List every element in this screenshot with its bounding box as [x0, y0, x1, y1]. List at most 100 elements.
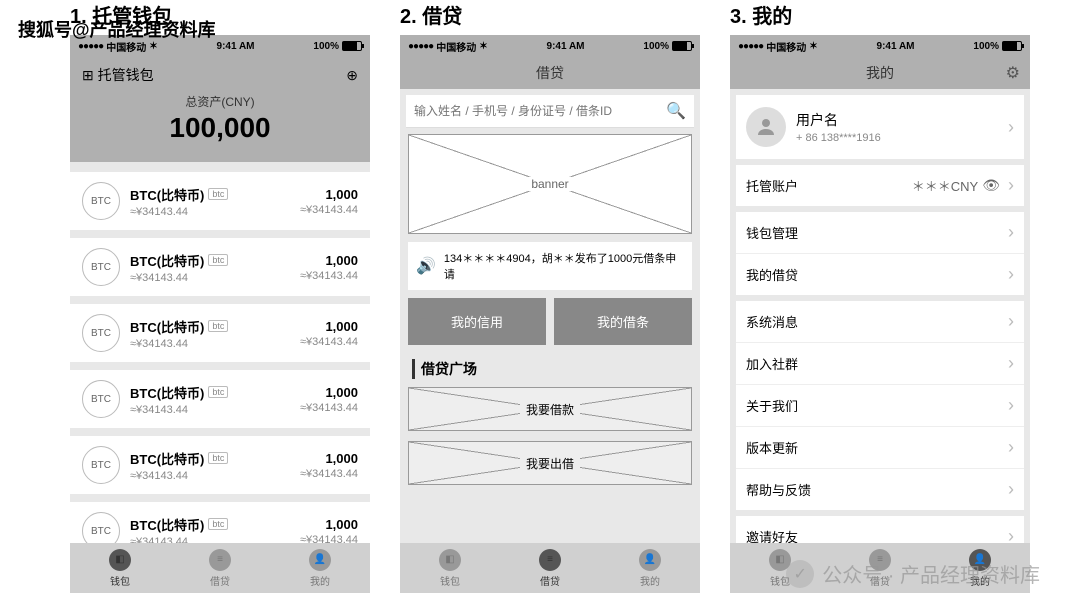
asset-rate: ≈¥34143.44 — [130, 272, 300, 284]
asset-row[interactable]: BTC BTC(比特币)btc ≈¥34143.44 1,000 ≈¥34143… — [70, 502, 370, 543]
tab-wallet[interactable]: ◧钱包 — [400, 543, 500, 593]
asset-rate: ≈¥34143.44 — [130, 536, 300, 544]
join-group-row[interactable]: 加入社群› — [736, 342, 1024, 384]
asset-converted: ≈¥34143.44 — [300, 468, 358, 480]
tab-bar: ◧钱包 ≡借贷 👤我的 — [70, 543, 370, 593]
lending-square-title: 借贷广场 — [412, 359, 688, 379]
tab-lending[interactable]: ≡借贷 — [500, 543, 600, 593]
chevron-right-icon: › — [1008, 117, 1014, 138]
chevron-right-icon: › — [1008, 353, 1014, 374]
total-asset-amount: 100,000 — [82, 112, 358, 144]
asset-row[interactable]: BTC BTC(比特币)btc ≈¥34143.44 1,000 ≈¥34143… — [70, 172, 370, 230]
asset-row[interactable]: BTC BTC(比特币)btc ≈¥34143.44 1,000 ≈¥34143… — [70, 370, 370, 428]
asset-amount: 1,000 — [300, 517, 358, 532]
nav-bar-mine: 我的⚙ — [730, 57, 1030, 89]
wechat-icon: ✓ — [786, 560, 814, 588]
asset-name: BTC(比特币)btc — [130, 449, 300, 468]
asset-name: BTC(比特币)btc — [130, 185, 300, 204]
coin-icon: BTC — [82, 182, 120, 220]
announcement-row: 🔊 134＊＊＊＊4904，胡＊＊发布了1000元借条申请 — [408, 242, 692, 290]
chevron-right-icon: › — [1008, 175, 1014, 196]
about-us-row[interactable]: 关于我们› — [736, 384, 1024, 426]
user-name: 用户名 — [796, 110, 1008, 130]
eye-icon[interactable]: 👁 — [982, 177, 1000, 194]
asset-converted: ≈¥34143.44 — [300, 402, 358, 414]
wallet-grid-icon[interactable]: ⊞ — [82, 67, 94, 83]
tab-bar: ◧钱包 ≡借贷 👤我的 — [400, 543, 700, 593]
total-asset-label: 总资产(CNY) — [82, 93, 358, 110]
invite-friends-row[interactable]: 邀请好友› — [736, 516, 1024, 543]
asset-rate: ≈¥34143.44 — [130, 404, 300, 416]
banner-placeholder[interactable]: banner — [408, 134, 692, 234]
user-profile-row[interactable]: 用户名 + 86 138****1916 › — [736, 95, 1024, 159]
tab-wallet[interactable]: ◧钱包 — [70, 543, 170, 593]
asset-amount: 1,000 — [300, 253, 358, 268]
asset-amount: 1,000 — [300, 187, 358, 202]
asset-amount: 1,000 — [300, 319, 358, 334]
lend-button[interactable]: 我要出借 — [408, 441, 692, 485]
chevron-right-icon: › — [1008, 311, 1014, 332]
nav-bar-lending: 借贷 — [400, 57, 700, 89]
asset-row[interactable]: BTC BTC(比特币)btc ≈¥34143.44 1,000 ≈¥34143… — [70, 238, 370, 296]
borrow-button[interactable]: 我要借款 — [408, 387, 692, 431]
chevron-right-icon: › — [1008, 222, 1014, 243]
wallet-header-label: ⊞ 托管钱包 — [82, 65, 154, 85]
custody-account-row[interactable]: 托管账户 ＊＊＊CNY👁 › — [736, 165, 1024, 206]
asset-rate: ≈¥34143.44 — [130, 470, 300, 482]
asset-converted: ≈¥34143.44 — [300, 270, 358, 282]
search-icon[interactable]: 🔍 — [666, 101, 686, 121]
my-credit-button[interactable]: 我的信用 — [408, 298, 546, 345]
person-icon: 👤 — [309, 549, 331, 571]
wallet-icon: ◧ — [109, 549, 131, 571]
gear-icon[interactable]: ⚙ — [1006, 63, 1020, 83]
speaker-icon: 🔊 — [416, 256, 436, 276]
search-input[interactable] — [414, 104, 666, 118]
coin-icon: BTC — [82, 380, 120, 418]
chevron-right-icon: › — [1008, 264, 1014, 285]
screen3-title: 3. 我的 — [730, 0, 1030, 29]
chevron-right-icon: › — [1008, 437, 1014, 458]
asset-converted: ≈¥34143.44 — [300, 534, 358, 544]
wallet-icon: ◧ — [439, 549, 461, 571]
asset-name: BTC(比特币)btc — [130, 317, 300, 336]
watermark-top: 搜狐号@产品经理资料库 — [18, 16, 216, 42]
tab-mine[interactable]: 👤我的 — [270, 543, 370, 593]
coin-icon: BTC — [82, 446, 120, 484]
tab-lending[interactable]: ≡借贷 — [170, 543, 270, 593]
asset-row[interactable]: BTC BTC(比特币)btc ≈¥34143.44 1,000 ≈¥34143… — [70, 304, 370, 362]
asset-name: BTC(比特币)btc — [130, 383, 300, 402]
avatar — [746, 107, 786, 147]
system-message-row[interactable]: 系统消息› — [736, 301, 1024, 342]
asset-row[interactable]: BTC BTC(比特币)btc ≈¥34143.44 1,000 ≈¥34143… — [70, 436, 370, 494]
status-bar: ●●●●●中国移动✶ 9:41 AM 100% — [400, 35, 700, 57]
lending-icon: ≡ — [209, 549, 231, 571]
asset-amount: 1,000 — [300, 385, 358, 400]
coin-icon: BTC — [82, 314, 120, 352]
lending-icon: ≡ — [539, 549, 561, 571]
version-update-row[interactable]: 版本更新› — [736, 426, 1024, 468]
asset-rate: ≈¥34143.44 — [130, 206, 300, 218]
chevron-right-icon: › — [1008, 526, 1014, 543]
phone-mine: ●●●●●中国移动✶ 9:41 AM 100% 我的⚙ 用户名 + 86 138… — [730, 35, 1030, 593]
tab-mine[interactable]: 👤我的 — [600, 543, 700, 593]
phone-wallet: ●●●●●中国移动✶ 9:41 AM 100% ⊞ 托管钱包 ⊕ 总资产(CNY… — [70, 35, 370, 593]
screen2-title: 2. 借贷 — [400, 0, 700, 29]
coin-icon: BTC — [82, 512, 120, 543]
asset-amount: 1,000 — [300, 451, 358, 466]
add-icon[interactable]: ⊕ — [346, 67, 358, 84]
my-lending-row[interactable]: 我的借贷› — [736, 253, 1024, 295]
search-row[interactable]: 🔍 — [406, 95, 694, 128]
help-feedback-row[interactable]: 帮助与反馈› — [736, 468, 1024, 510]
asset-name: BTC(比特币)btc — [130, 251, 300, 270]
user-phone: + 86 138****1916 — [796, 132, 1008, 144]
watermark-bottom: ✓ 公众号 · 产品经理资料库 — [786, 559, 1040, 588]
chevron-right-icon: › — [1008, 479, 1014, 500]
my-iou-button[interactable]: 我的借条 — [554, 298, 692, 345]
coin-icon: BTC — [82, 248, 120, 286]
asset-rate: ≈¥34143.44 — [130, 338, 300, 350]
wallet-management-row[interactable]: 钱包管理› — [736, 212, 1024, 253]
asset-name: BTC(比特币)btc — [130, 515, 300, 534]
person-icon: 👤 — [639, 549, 661, 571]
asset-converted: ≈¥34143.44 — [300, 204, 358, 216]
status-bar: ●●●●●中国移动✶ 9:41 AM 100% — [730, 35, 1030, 57]
